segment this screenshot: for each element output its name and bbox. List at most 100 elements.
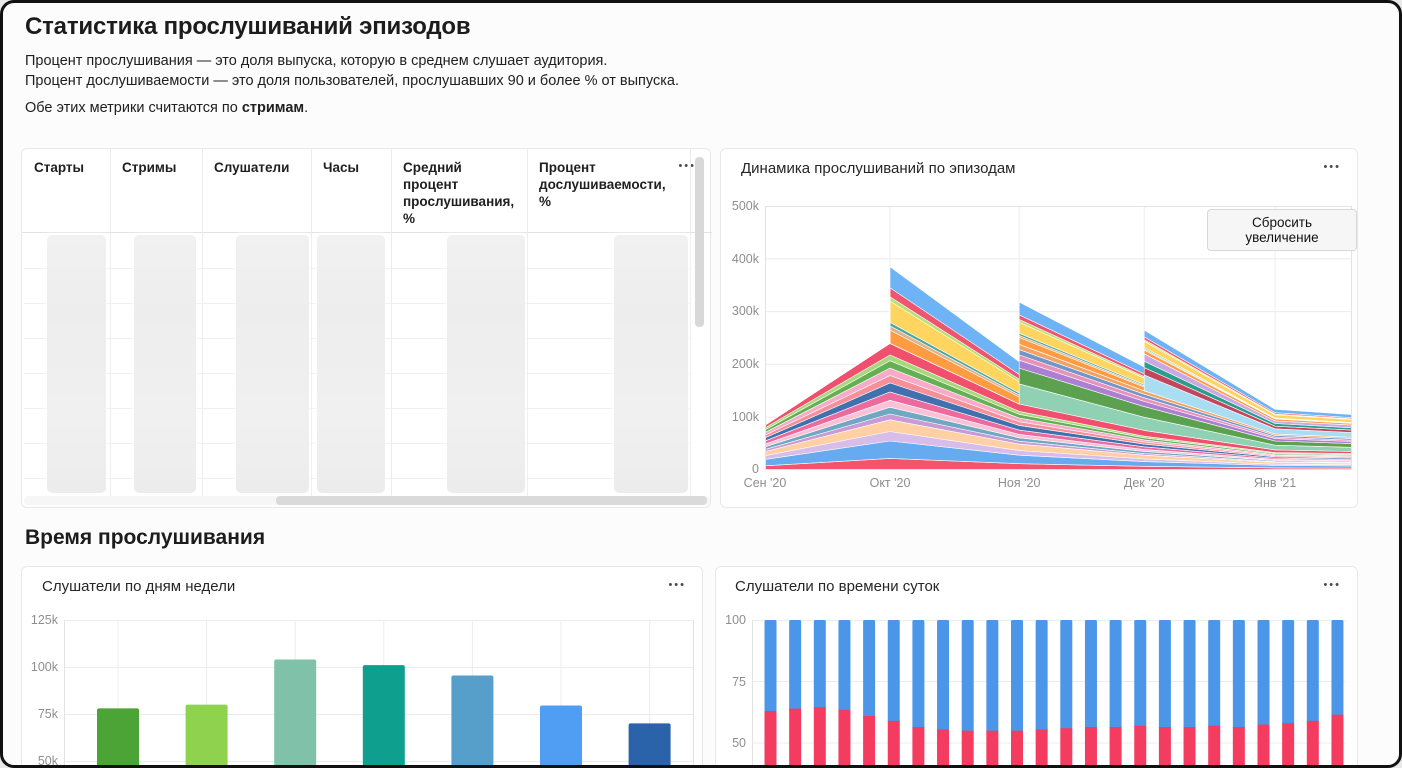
redacted-values-listeners <box>236 235 309 493</box>
hour-bar-top-segment[interactable] <box>1282 620 1294 725</box>
hour-bar-top-segment[interactable] <box>1060 620 1072 730</box>
weekday-bar[interactable] <box>97 708 139 768</box>
redacted-values-avg-percent <box>447 235 525 493</box>
weekday-bar[interactable] <box>629 723 671 768</box>
episodes-dynamics-card: Динамика прослушиваний по эпизодам ••• С… <box>720 148 1358 508</box>
hour-bar-bottom-segment[interactable] <box>1110 727 1122 768</box>
y-tick-label: 500k <box>723 199 759 214</box>
hour-bar-bottom-segment[interactable] <box>937 729 949 768</box>
hour-bar-top-segment[interactable] <box>765 620 777 713</box>
hour-bar-top-segment[interactable] <box>1208 620 1220 728</box>
hour-bar-top-segment[interactable] <box>1134 620 1146 728</box>
reset-zoom-button[interactable]: Сбросить увеличение <box>1207 209 1357 251</box>
hour-bar-bottom-segment[interactable] <box>986 731 998 768</box>
metrics-note: Обе этих метрики считаются по стримам. <box>25 100 308 116</box>
hour-bar-top-segment[interactable] <box>863 620 875 718</box>
hour-bar-top-segment[interactable] <box>1233 620 1245 729</box>
hour-bar-bottom-segment[interactable] <box>1233 727 1245 768</box>
y-tick-label: 75 <box>720 675 746 690</box>
y-tick-label: 100k <box>723 410 759 425</box>
y-tick-label: 100k <box>24 660 58 675</box>
table-horizontal-scrollbar-thumb[interactable] <box>276 496 707 505</box>
hour-bar-bottom-segment[interactable] <box>789 709 801 768</box>
hour-bar-top-segment[interactable] <box>888 620 900 723</box>
hour-bar-top-segment[interactable] <box>1159 620 1171 729</box>
hour-bar-top-segment[interactable] <box>814 620 826 709</box>
hour-bar-bottom-segment[interactable] <box>1060 728 1072 768</box>
hour-bar-top-segment[interactable] <box>937 620 949 731</box>
hour-bar-bottom-segment[interactable] <box>1134 726 1146 768</box>
section-listening-time-title: Время прослушивания <box>25 526 265 550</box>
table-more-menu-button[interactable]: ••• <box>678 157 696 175</box>
time-of-day-bar-plot[interactable] <box>752 620 1346 768</box>
time-of-day-chart-more-menu-button[interactable]: ••• <box>1323 576 1341 594</box>
hour-bar-top-segment[interactable] <box>1184 620 1196 729</box>
metrics-note-bold: стримам <box>242 100 304 116</box>
dashboard-frame: Статистика прослушиваний эпизодов Процен… <box>0 0 1402 768</box>
hour-bar-bottom-segment[interactable] <box>814 707 826 768</box>
episodes-chart-title: Динамика прослушиваний по эпизодам <box>741 160 1016 177</box>
redacted-values-starts <box>47 235 106 493</box>
hour-bar-top-segment[interactable] <box>838 620 850 712</box>
hour-bar-bottom-segment[interactable] <box>1258 725 1270 768</box>
hour-bar-bottom-segment[interactable] <box>838 710 850 768</box>
episodes-chart-more-menu-button[interactable]: ••• <box>1323 158 1341 176</box>
redacted-values-hours <box>317 235 385 493</box>
weekday-chart-more-menu-button[interactable]: ••• <box>668 576 686 594</box>
hour-bar-top-segment[interactable] <box>1307 620 1319 723</box>
x-tick-label: Окт '20 <box>855 476 925 491</box>
hour-bar-top-segment[interactable] <box>986 620 998 733</box>
table-header-row: Старты Стримы Слушатели Часы Средний про… <box>22 149 712 232</box>
y-tick-label: 75k <box>24 707 58 722</box>
hour-bar-bottom-segment[interactable] <box>1011 731 1023 768</box>
column-header-avg-listen-percent[interactable]: Средний процент прослушивания, % <box>391 149 527 232</box>
hour-bar-bottom-segment[interactable] <box>912 727 924 768</box>
x-tick-label: Дек '20 <box>1109 476 1179 491</box>
table-vertical-scrollbar[interactable] <box>695 157 704 327</box>
weekday-bar[interactable] <box>186 705 228 768</box>
hour-bar-bottom-segment[interactable] <box>863 716 875 768</box>
hour-bar-top-segment[interactable] <box>1036 620 1048 731</box>
hour-bar-bottom-segment[interactable] <box>1331 715 1343 768</box>
x-tick-label: Ноя '20 <box>984 476 1054 491</box>
hour-bar-top-segment[interactable] <box>1258 620 1270 727</box>
hour-bar-top-segment[interactable] <box>1331 620 1343 717</box>
hour-bar-top-segment[interactable] <box>1085 620 1097 729</box>
column-header-starts[interactable]: Старты <box>22 149 110 232</box>
hour-bar-bottom-segment[interactable] <box>962 731 974 768</box>
weekday-bar-plot[interactable] <box>64 620 694 768</box>
hour-bar-bottom-segment[interactable] <box>1208 726 1220 768</box>
hour-bar-top-segment[interactable] <box>1011 620 1023 733</box>
column-header-streams[interactable]: Стримы <box>110 149 202 232</box>
column-header-listeners[interactable]: Слушатели <box>202 149 311 232</box>
hour-bar-bottom-segment[interactable] <box>1282 723 1294 768</box>
weekday-bar[interactable] <box>540 706 582 768</box>
hour-bar-top-segment[interactable] <box>912 620 924 729</box>
column-header-completion-percent[interactable]: Процент дослушиваемости, % <box>527 149 672 232</box>
hour-bar-top-segment[interactable] <box>1110 620 1122 729</box>
weekday-listeners-card: Слушатели по дням недели ••• 125k 100k 75k… <box>21 566 703 768</box>
hour-bar-bottom-segment[interactable] <box>765 711 777 768</box>
hour-bar-bottom-segment[interactable] <box>1184 727 1196 768</box>
y-tick-label: 50k <box>24 754 58 768</box>
redacted-values-completion <box>614 235 688 493</box>
hour-bar-bottom-segment[interactable] <box>888 721 900 768</box>
hour-bar-top-segment[interactable] <box>789 620 801 711</box>
hour-bar-top-segment[interactable] <box>962 620 974 733</box>
weekday-chart-title: Слушатели по дням недели <box>42 578 235 595</box>
hour-bar-bottom-segment[interactable] <box>1307 721 1319 768</box>
x-tick-label: Янв '21 <box>1240 476 1310 491</box>
hour-bar-bottom-segment[interactable] <box>1085 727 1097 768</box>
y-tick-label: 400k <box>723 252 759 267</box>
y-tick-label: 125k <box>24 613 58 628</box>
description-line-1: Процент прослушивания — это доля выпуска… <box>25 53 607 69</box>
hour-bar-bottom-segment[interactable] <box>1036 729 1048 768</box>
weekday-bar[interactable] <box>274 659 316 768</box>
column-header-hours[interactable]: Часы <box>311 149 391 232</box>
time-of-day-listeners-card: Слушатели по времени суток ••• 1007550 <box>715 566 1358 768</box>
hour-bar-bottom-segment[interactable] <box>1159 727 1171 768</box>
weekday-bar[interactable] <box>363 665 405 768</box>
metrics-note-suffix: . <box>304 100 308 116</box>
weekday-bar[interactable] <box>451 675 493 768</box>
table-horizontal-scrollbar-track[interactable] <box>24 496 710 505</box>
